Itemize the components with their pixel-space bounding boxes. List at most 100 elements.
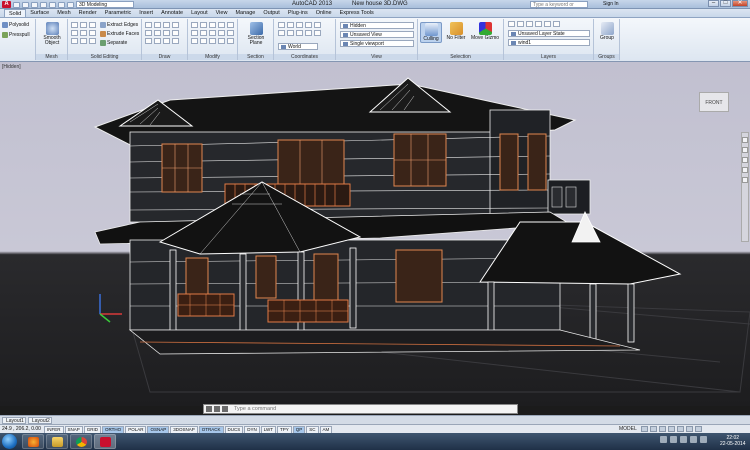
undo-icon[interactable]	[58, 1, 65, 8]
system-clock[interactable]: 22:02 22-05-2014	[720, 435, 746, 447]
slice-icon[interactable]	[71, 30, 78, 36]
extend-icon[interactable]	[200, 30, 207, 36]
culling-button[interactable]: Culling	[420, 22, 442, 43]
tab-insert[interactable]: Insert	[135, 9, 157, 17]
named-view-select[interactable]: Unsaved View	[340, 31, 414, 38]
subtract-icon[interactable]	[80, 22, 87, 28]
tab-solid[interactable]: Solid	[4, 9, 27, 17]
ucs-world-icon[interactable]	[287, 22, 294, 28]
tab-manage[interactable]: Manage	[231, 9, 259, 17]
start-button[interactable]	[2, 434, 17, 449]
tab-output[interactable]: Output	[259, 9, 284, 17]
drawing-viewport[interactable]: [Hidden] FRONT	[0, 62, 750, 406]
mirror-icon[interactable]	[218, 22, 225, 28]
thicken-icon[interactable]	[80, 30, 87, 36]
no-filter-button[interactable]: No Filter	[444, 22, 468, 41]
ucs-object-icon[interactable]	[314, 22, 321, 28]
region-icon[interactable]	[163, 38, 170, 44]
tab-layout2[interactable]: Layout2	[28, 417, 52, 424]
clean-screen-icon[interactable]	[695, 426, 702, 432]
move-gizmo-button[interactable]: Move Gizmo	[470, 22, 500, 41]
polyline-icon[interactable]	[154, 22, 161, 28]
sign-in-button[interactable]: Sign In	[603, 1, 619, 7]
scale-icon[interactable]	[227, 22, 234, 28]
point-icon[interactable]	[154, 38, 161, 44]
visual-style-select[interactable]: Hidden	[340, 22, 414, 29]
plot-icon[interactable]	[49, 1, 56, 8]
chamfer-edge-icon[interactable]	[89, 38, 96, 44]
command-line[interactable]: Type a command	[203, 404, 518, 414]
tab-plug-ins[interactable]: Plug-ins	[284, 9, 312, 17]
circle-icon[interactable]	[163, 22, 170, 28]
ucs-zaxis-icon[interactable]	[296, 30, 303, 36]
power-icon[interactable]	[700, 436, 707, 443]
layer-state-select[interactable]: Unsaved Layer State	[508, 30, 590, 37]
intersect-icon[interactable]	[89, 22, 96, 28]
isolate-objects-icon[interactable]	[686, 426, 693, 432]
ucs-face-icon[interactable]	[305, 22, 312, 28]
tray-arrow-icon[interactable]	[660, 436, 667, 443]
polygon-icon[interactable]	[154, 30, 161, 36]
fillet-icon[interactable]	[209, 30, 216, 36]
extrude-faces-button[interactable]: Extrude Faces	[100, 31, 139, 37]
flag-icon[interactable]	[690, 436, 697, 443]
taskbar-firefox[interactable]	[22, 434, 44, 449]
layer-lock-icon[interactable]	[544, 21, 551, 27]
fillet-edge-icon[interactable]	[80, 38, 87, 44]
offset-icon[interactable]	[227, 30, 234, 36]
current-layer-select[interactable]: wind1	[508, 39, 590, 46]
steering-wheel-icon[interactable]	[742, 137, 748, 143]
separate-button[interactable]: Separate	[100, 40, 127, 46]
group-button[interactable]: Group	[596, 22, 618, 41]
smooth-object-button[interactable]: Smooth Object	[39, 22, 65, 46]
line-icon[interactable]	[145, 22, 152, 28]
ucs-origin-icon[interactable]	[287, 30, 294, 36]
extract-edges-button[interactable]: Extract Edges	[100, 22, 138, 28]
taskbar-explorer[interactable]	[46, 434, 68, 449]
array-icon[interactable]	[218, 30, 225, 36]
command-input[interactable]: Type a command	[234, 406, 276, 412]
close-command-line-icon[interactable]	[206, 406, 212, 412]
volume-icon[interactable]	[680, 436, 687, 443]
close-button[interactable]: ✕	[732, 0, 748, 7]
coordinate-readout[interactable]: 24.9 , 206.2, 0.00	[2, 426, 41, 433]
explode-icon[interactable]	[200, 38, 207, 44]
taskbar-chrome[interactable]	[70, 434, 92, 449]
move-icon[interactable]	[191, 22, 198, 28]
ellipse-icon[interactable]	[163, 30, 170, 36]
workspace-switch-icon[interactable]	[668, 426, 675, 432]
ucs-select[interactable]: World	[278, 43, 318, 50]
tab-view[interactable]: View	[212, 9, 232, 17]
hatch-icon[interactable]	[172, 30, 179, 36]
tab-online[interactable]: Online	[312, 9, 336, 17]
save-icon[interactable]	[31, 1, 38, 8]
open-file-icon[interactable]	[22, 1, 29, 8]
workspace-select[interactable]: 3D Modeling	[76, 1, 134, 8]
tab-annotate[interactable]: Annotate	[157, 9, 187, 17]
tab-express-tools[interactable]: Express Tools	[336, 9, 378, 17]
maximize-button[interactable]: □	[720, 0, 731, 7]
zoom-icon[interactable]	[742, 157, 748, 163]
save-as-icon[interactable]	[40, 1, 47, 8]
spline-icon[interactable]	[145, 38, 152, 44]
join-icon[interactable]	[227, 38, 234, 44]
imprint-icon[interactable]	[89, 30, 96, 36]
customize-icon[interactable]	[214, 406, 220, 412]
tab-render[interactable]: Render	[75, 9, 101, 17]
showmotion-icon[interactable]	[742, 177, 748, 183]
taskbar-autocad[interactable]	[94, 434, 116, 449]
help-search-input[interactable]: Type a keyword or phrase	[530, 1, 588, 14]
layer-freeze-icon[interactable]	[526, 21, 533, 27]
ucs-previous-icon[interactable]	[296, 22, 303, 28]
arc-icon[interactable]	[172, 22, 179, 28]
layer-off-icon[interactable]	[535, 21, 542, 27]
rectangle-icon[interactable]	[145, 30, 152, 36]
align-icon[interactable]	[218, 38, 225, 44]
view-cube[interactable]: FRONT	[699, 92, 729, 112]
viewport-config-select[interactable]: Single viewport	[340, 40, 414, 47]
interfere-icon[interactable]	[71, 38, 78, 44]
layer-properties-icon[interactable]	[508, 21, 515, 27]
tab-parametric[interactable]: Parametric	[101, 9, 136, 17]
presspull-button[interactable]: Presspull	[2, 32, 30, 38]
copy-icon[interactable]	[209, 22, 216, 28]
